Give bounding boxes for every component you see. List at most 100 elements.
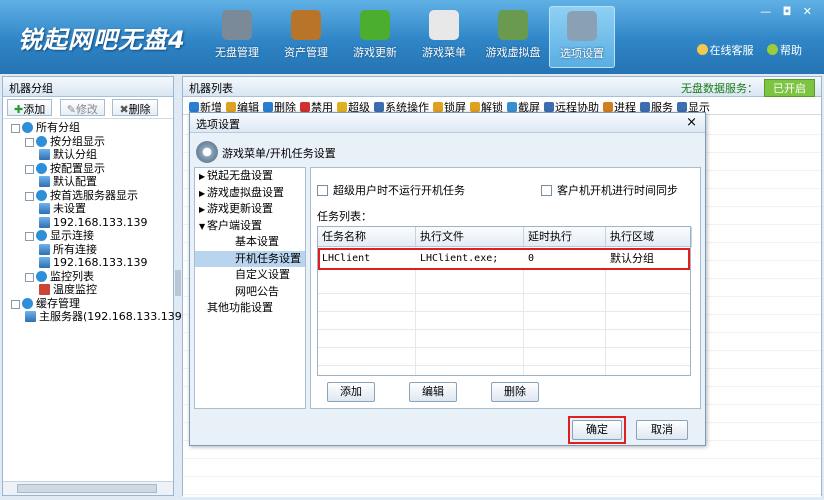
checkbox-box[interactable] [541,185,552,196]
tree-node[interactable]: 未设置 [3,202,173,216]
tree-node[interactable]: 默认配置 [3,175,173,189]
add-task-button[interactable]: 添加 [327,382,375,402]
tree-node[interactable]: 监控列表 [3,270,173,284]
service-status-toggle[interactable]: 已开启 [764,79,815,97]
caret-right-icon: ▶ [199,205,206,214]
tool-icon [470,102,480,112]
edit-group-button[interactable]: ✎修改 [59,99,105,116]
help-link[interactable]: 帮助 [767,44,802,57]
collapse-icon[interactable] [25,137,34,147]
online-service-link[interactable]: 在线客服 [696,44,754,57]
tree-node[interactable]: 缓存管理 [3,297,173,311]
column-header[interactable]: 执行区域 [606,227,692,247]
close-icon[interactable]: × [686,115,697,130]
nav-item[interactable]: ▼ 客户端设置 [195,218,305,235]
toolbar-button-3[interactable]: 游戏菜单 [411,6,477,68]
group-icon [36,270,47,282]
tree-node-label: 192.168.133.139 [53,215,148,229]
add-group-button[interactable]: ✚添加 [7,99,53,116]
ok-button[interactable]: 确定 [572,420,622,440]
tree-node-label: 按首选服务器显示 [50,188,138,202]
virtual-disk-icon [498,10,528,40]
tree-node-label: 温度监控 [53,283,97,296]
window-controls[interactable]: — ◘ ✕ [760,5,816,18]
collapse-icon[interactable] [25,191,34,201]
tree-node[interactable]: 所有连接 [3,243,173,257]
toolbar-button-5[interactable]: 选项设置 [549,6,615,68]
nav-item[interactable]: 开机任务设置 [195,250,305,267]
toolbar-button-2[interactable]: 游戏更新 [342,6,408,68]
tree-node[interactable]: 显示连接 [3,229,173,243]
nav-item[interactable]: 其他功能设置 [195,300,305,317]
task-table: 任务名称 执行文件 延时执行 执行区域 LHClient LHClient.exe; 0 默… [317,226,692,376]
column-header[interactable]: 执行文件 [416,227,524,247]
edit-task-button[interactable]: 编辑 [409,382,457,402]
nav-item-label: 游戏虚拟盘设置 [207,185,284,199]
nav-item-label: 网吧公告 [235,284,279,298]
column-header[interactable]: 延时执行 [524,227,606,247]
tree-node[interactable]: 默认分组 [3,148,173,162]
task-list-label: 任务列表： [317,210,372,223]
nav-item[interactable]: 自定义设置 [195,267,305,284]
tree-node[interactable]: 按分组显示 [3,135,173,149]
toolbar-button-4[interactable]: 游戏虚拟盘 [480,6,546,68]
pencil-icon: ✎ [66,103,76,116]
computer-icon [39,257,50,268]
tree-node[interactable]: 主服务器(192.168.133.139 [3,310,182,324]
toolbar-button-0[interactable]: 无盘管理 [204,6,270,68]
skip-startup-for-superuser-checkbox[interactable]: 超级用户时不运行开机任务 [317,182,465,198]
tree-node-label: 按配置显示 [50,161,105,175]
nav-item[interactable]: ▶ 游戏更新设置 [195,201,305,218]
tree-node[interactable]: 温度监控 [3,283,173,297]
collapse-icon[interactable] [25,272,34,282]
tool-icon [300,102,310,112]
nav-item-label: 自定义设置 [235,268,290,281]
tool-icon [189,102,199,112]
refresh-icon [360,10,390,40]
checkbox-box[interactable] [317,185,328,196]
tree-node[interactable]: 按首选服务器显示 [3,189,173,203]
tree-node[interactable]: 192.168.133.139 [3,216,173,230]
help-icon [767,44,778,55]
toolbar-button-label: 游戏菜单 [422,46,466,59]
nav-item[interactable]: ▶ 游戏虚拟盘设置 [195,185,305,202]
plus-icon: ✚ [14,103,24,116]
column-header[interactable]: 任务名称 [318,227,416,247]
horizontal-scrollbar[interactable] [3,481,173,495]
person-icon [696,44,708,55]
collapse-icon[interactable] [11,124,20,133]
toolbar-button-label: 无盘管理 [215,46,259,59]
tree-node-label: 监控列表 [50,269,94,283]
nav-item[interactable]: ▶ 锐起无盘设置 [195,168,305,185]
nav-item[interactable]: 网吧公告 [195,284,305,301]
tree-node[interactable]: 按配置显示 [3,162,173,176]
caret-right-icon: ▶ [199,172,206,181]
thermometer-icon [39,284,50,295]
delete-task-button[interactable]: 删除 [491,382,539,402]
table-row[interactable]: LHClient LHClient.exe; 0 默认分组 [318,248,690,270]
toolbar-button-1[interactable]: 资产管理 [273,6,339,68]
computer-icon [39,203,50,214]
collapse-icon[interactable] [25,232,34,241]
app-header: 锐起网吧无盘4 无盘管理 资产管理 游戏更新 游戏菜单 游戏虚拟盘 选项设置 — ◘ ✕ … [0,0,824,74]
cancel-button[interactable]: 取消 [636,420,688,440]
computer-icon [39,243,50,255]
time-sync-checkbox[interactable]: 客户机开机进行时间同步 [541,182,678,198]
tool-icon [374,102,384,112]
briefcase-icon [291,10,321,40]
collapse-icon[interactable] [11,299,20,309]
collapse-icon[interactable] [25,164,34,174]
settings-nav: ▶ 锐起无盘设置 ▶ 游戏虚拟盘设置 ▶ 游戏更新设置 ▼ 客户端设置 基本设置 开机任务设置 自定… [194,167,306,409]
tree-node[interactable]: 所有分组 [3,121,173,135]
dialog-title: 选项设置 [196,118,240,131]
delete-group-button[interactable]: ✖删除 [112,99,158,116]
nav-item[interactable]: 基本设置 [195,234,305,251]
splitter-handle[interactable] [175,270,181,296]
gear-icon [196,141,218,163]
toolbar-button-label: 游戏更新 [353,46,397,59]
scrollbar-thumb[interactable] [17,484,157,493]
settings-content: 超级用户时不运行开机任务 客户机开机进行时间同步 任务列表： 任务名称 执行文件延… [310,167,701,409]
tree-node[interactable]: 192.168.133.139 [3,256,173,270]
computer-icon [25,311,36,322]
tool-icon [337,102,347,112]
